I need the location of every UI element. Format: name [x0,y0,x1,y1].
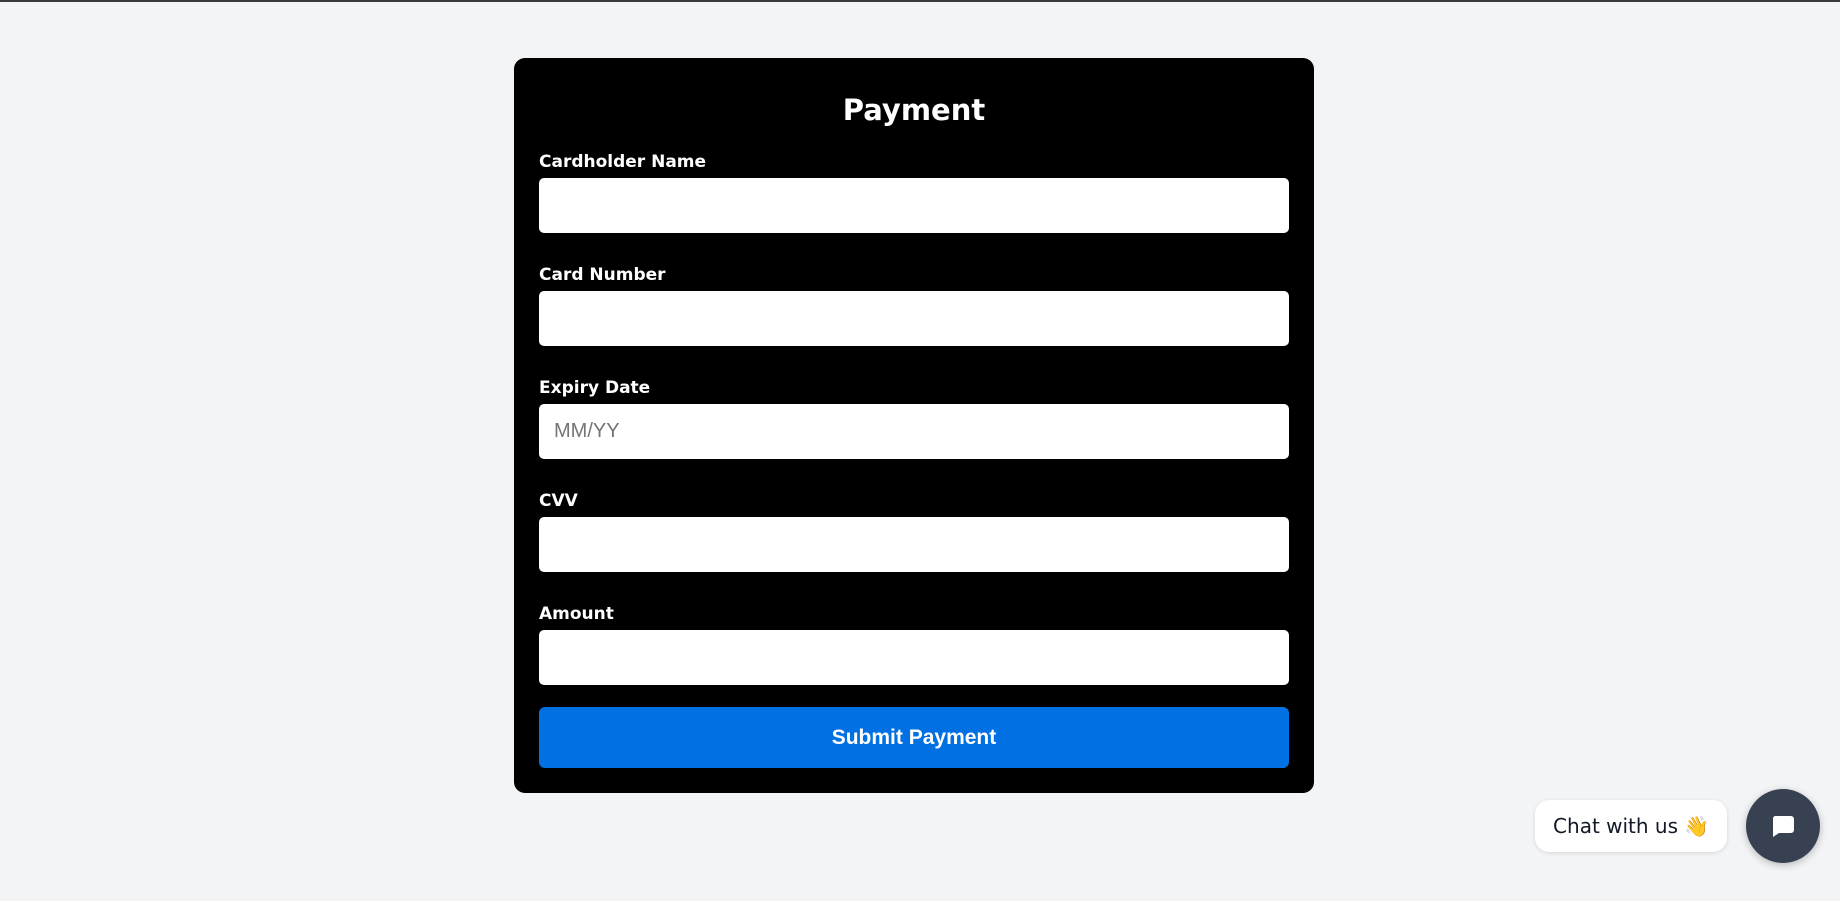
amount-label: Amount [539,604,614,624]
amount-field: Amount [539,603,1289,685]
chat-with-us-label: Chat with us [1553,814,1679,838]
expiry-date-field: Expiry Date [539,377,1289,459]
chat-bubble-icon [1772,816,1794,837]
waving-hand-icon: 👋 [1684,814,1709,838]
cardholder-name-label: Cardholder Name [539,152,707,172]
expiry-date-label: Expiry Date [539,378,651,398]
window-top-edge [0,0,1840,2]
card-number-field: Card Number [539,264,1289,346]
submit-payment-button[interactable]: Submit Payment [539,707,1289,768]
cvv-field: CVV [539,490,1289,572]
chat-launcher-button[interactable] [1746,789,1820,863]
chat-with-us-bubble[interactable]: Chat with us 👋 [1535,800,1727,852]
amount-input[interactable] [539,630,1289,685]
form-title: Payment [842,93,986,127]
card-number-label: Card Number [539,265,666,285]
cvv-input[interactable] [539,517,1289,572]
payment-card: Payment Cardholder Name Card Number Expi… [514,58,1314,793]
expiry-date-input[interactable] [539,404,1289,459]
cardholder-name-field: Cardholder Name [539,151,1289,233]
card-number-input[interactable] [539,291,1289,346]
cvv-label: CVV [539,491,578,511]
cardholder-name-input[interactable] [539,178,1289,233]
